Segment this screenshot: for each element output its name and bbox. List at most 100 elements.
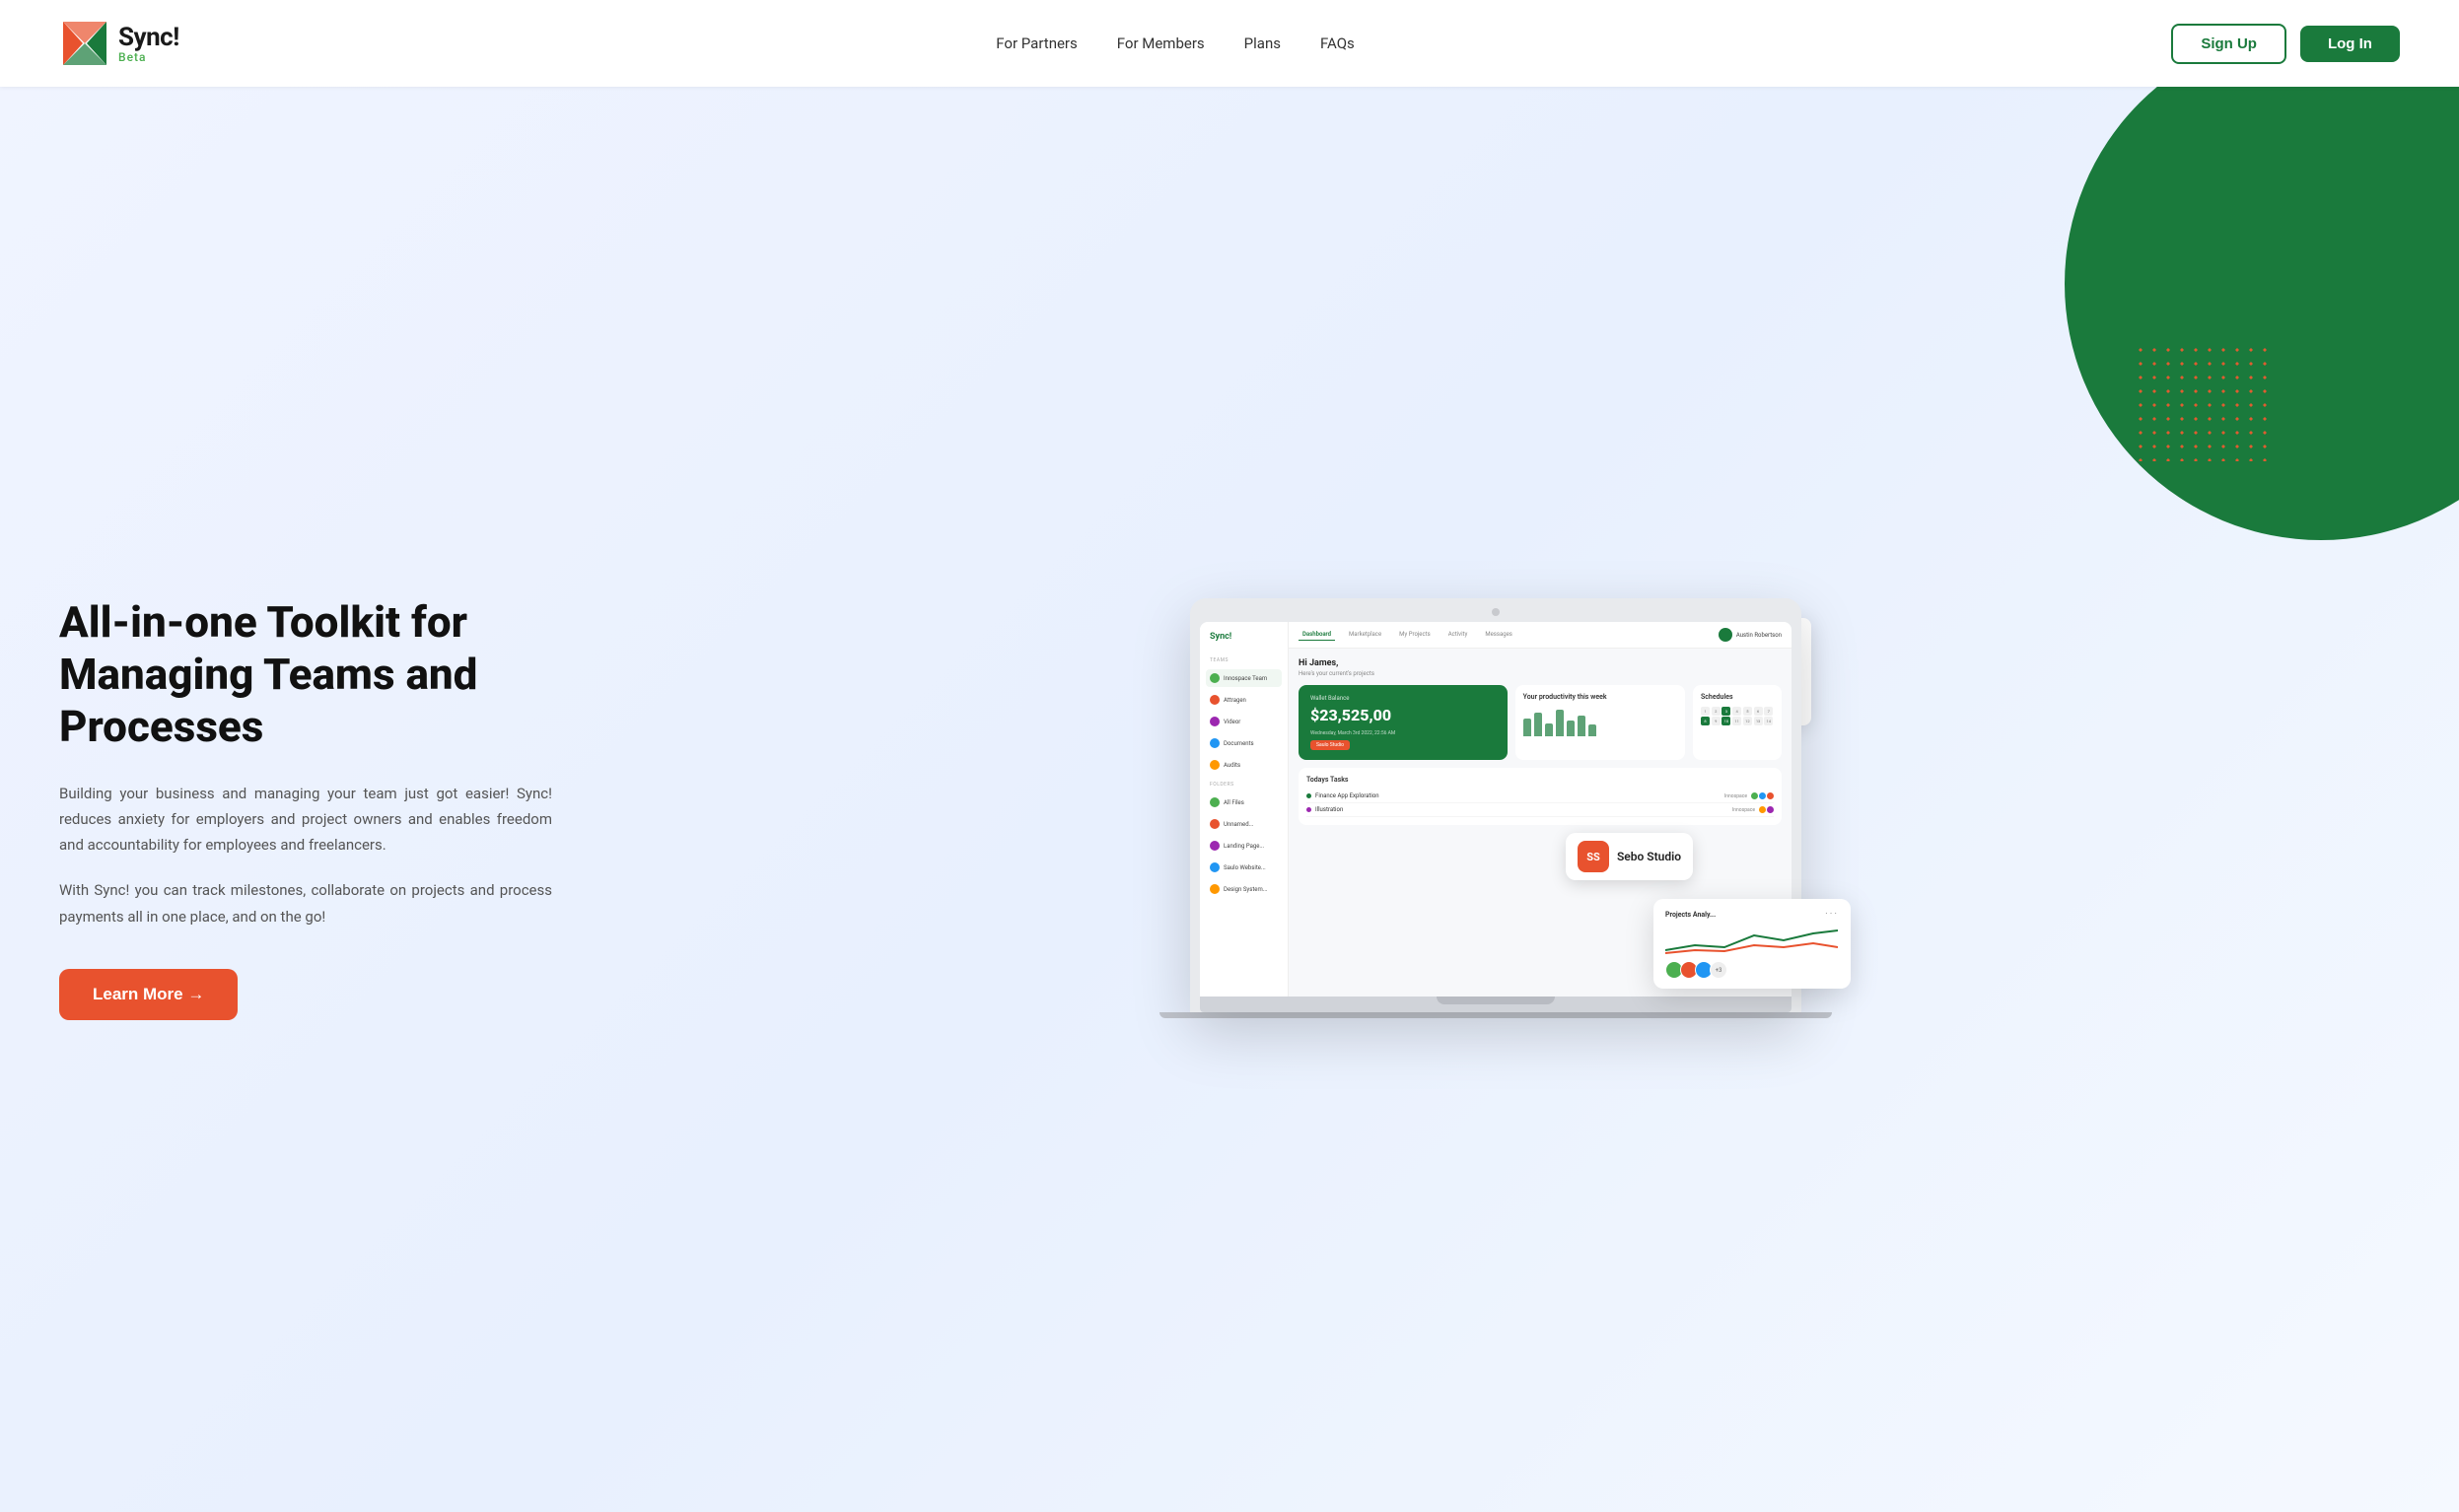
hero-section: All-in-one Toolkit for Managing Teams an… <box>0 87 2459 1510</box>
laptop-base <box>1200 997 1792 1012</box>
sidebar-item-attragen[interactable]: Attragen <box>1206 691 1282 709</box>
schedule-title: Schedules <box>1701 693 1774 701</box>
bar-3 <box>1545 723 1553 737</box>
dash-tab-projects[interactable]: My Projects <box>1395 629 1435 641</box>
sebo-initials: SS <box>1578 841 1609 872</box>
wallet-amount: $23,525,00 <box>1310 706 1496 724</box>
cal-1: 1 <box>1701 707 1710 716</box>
nav-for-members[interactable]: For Members <box>1117 34 1205 52</box>
cal-11: 11 <box>1732 717 1741 725</box>
sidebar-text-landing: Landing Page... <box>1224 843 1264 850</box>
project-card-options[interactable]: ··· <box>1825 909 1839 920</box>
task-dot-2 <box>1306 807 1311 812</box>
nav-plans[interactable]: Plans <box>1244 34 1281 52</box>
logo[interactable]: Sync! Beta <box>59 18 179 69</box>
bar-7 <box>1588 724 1596 736</box>
schedule-card: Schedules 1 2 3 4 5 6 7 <box>1693 685 1782 760</box>
productivity-title: Your productivity this week <box>1523 693 1677 701</box>
dot-pattern-decoration <box>2134 343 2272 461</box>
task-name-2: Illustration <box>1315 806 1728 813</box>
project-card-float: Projects Analy... ··· +3 <box>1653 899 1851 989</box>
tasks-card-title: Todays Tasks <box>1306 776 1774 784</box>
tasks-row: Todays Tasks Finance App Exploration Inn… <box>1299 768 1782 825</box>
sebo-studio-badge: SS Sebo Studio <box>1566 833 1693 880</box>
wallet-footer: Wednesday, March 3rd 2022, 22:56 AM <box>1310 730 1496 736</box>
dash-tab-marketplace[interactable]: Marketplace <box>1345 629 1385 641</box>
hero-mockup-right: Latest Activity Finance App ExplorationI… <box>552 598 2400 1018</box>
sidebar-text-videor: Videor <box>1224 719 1240 725</box>
dash-tab-activity[interactable]: Activity <box>1444 629 1472 641</box>
sidebar-item-folder2[interactable]: Unnamed... <box>1206 815 1282 833</box>
dash-tab-messages[interactable]: Messages <box>1481 629 1516 641</box>
sidebar-text-allfiles: All Files <box>1224 799 1244 806</box>
login-button[interactable]: Log In <box>2300 26 2400 62</box>
sidebar-teams-label: TEAMS <box>1206 653 1282 665</box>
sidebar-item-landing[interactable]: Landing Page... <box>1206 837 1282 855</box>
dashboard-subtext: Here's your current's projects <box>1299 670 1782 677</box>
bar-2 <box>1534 713 1542 736</box>
project-avatars-row: +3 <box>1665 961 1839 979</box>
sidebar-folders-label: FOLDERS <box>1206 778 1282 790</box>
sidebar-item-design[interactable]: Design System... <box>1206 880 1282 898</box>
cal-5: 5 <box>1743 707 1752 716</box>
task-row-2: Illustration Innospace <box>1306 803 1774 817</box>
productivity-chart <box>1523 707 1677 736</box>
laptop-wrapper: Latest Activity Finance App ExplorationI… <box>1190 598 1801 1018</box>
nav-buttons: Sign Up Log In <box>2171 24 2400 64</box>
cal-9: 9 <box>1712 717 1721 725</box>
sidebar-item-saulo[interactable]: Saulo Website... <box>1206 859 1282 876</box>
bar-6 <box>1578 716 1585 736</box>
task-avatar-2 <box>1759 792 1766 799</box>
sidebar-dot-innospace <box>1210 673 1220 683</box>
task-team-1: Innospace <box>1724 793 1747 799</box>
sidebar-text-saulo: Saulo Website... <box>1224 864 1266 871</box>
dash-tab-dashboard[interactable]: Dashboard <box>1299 629 1335 641</box>
sidebar-item-documents[interactable]: Documents <box>1206 734 1282 752</box>
sidebar-text-documents: Documents <box>1224 740 1254 747</box>
project-chart-svg <box>1665 926 1838 955</box>
navbar: Sync! Beta For Partners For Members Plan… <box>0 0 2459 87</box>
sidebar-dot-design <box>1210 884 1220 894</box>
learn-more-button[interactable]: Learn More → <box>59 969 238 1020</box>
dashboard-sidebar: Sync! TEAMS Innospace Team Attragen <box>1200 622 1289 997</box>
tasks-section: Finance App Exploration Innospace <box>1306 790 1774 817</box>
cal-13: 13 <box>1754 717 1763 725</box>
cal-3: 3 <box>1721 707 1730 716</box>
dashboard-logo: Sync! <box>1206 632 1282 642</box>
task-avatar-1 <box>1751 792 1758 799</box>
logo-name: Sync! <box>118 25 179 50</box>
logo-icon <box>59 18 110 69</box>
bar-5 <box>1567 721 1575 737</box>
task-dot-1 <box>1306 793 1311 798</box>
dashboard-user: Austin Robertson <box>1719 628 1782 642</box>
nav-faqs[interactable]: FAQs <box>1320 34 1355 52</box>
logo-beta: Beta <box>118 51 179 63</box>
task-avatars-2 <box>1759 806 1774 813</box>
sidebar-text-attragen: Attragen <box>1224 697 1246 704</box>
wallet-label: Wallet Balance <box>1310 695 1496 702</box>
signup-button[interactable]: Sign Up <box>2171 24 2286 64</box>
mini-calendar: 1 2 3 4 5 6 7 8 9 <box>1701 707 1774 725</box>
cal-4: 4 <box>1732 707 1741 716</box>
sidebar-dot-videor <box>1210 717 1220 726</box>
cal-8: 8 <box>1701 717 1710 725</box>
user-avatar <box>1719 628 1732 642</box>
wallet-button[interactable]: Saulo Studio <box>1310 740 1350 750</box>
task-name-1: Finance App Exploration <box>1315 792 1721 799</box>
sidebar-item-videor[interactable]: Videor <box>1206 713 1282 730</box>
project-card-title: Projects Analy... <box>1665 911 1716 919</box>
nav-for-partners[interactable]: For Partners <box>996 34 1077 52</box>
dashboard-greeting: Hi James, <box>1299 658 1782 668</box>
proj-more-count: +3 <box>1710 961 1727 979</box>
wallet-card: Wallet Balance $23,525,00 Wednesday, Mar… <box>1299 685 1508 760</box>
dashboard-tabs: Dashboard Marketplace My Projects Activi… <box>1299 629 1516 641</box>
username-label: Austin Robertson <box>1736 632 1782 639</box>
sidebar-item-innospace[interactable]: Innospace Team <box>1206 669 1282 687</box>
sidebar-dot-audits <box>1210 760 1220 770</box>
sidebar-item-allfiles[interactable]: All Files <box>1206 793 1282 811</box>
bar-1 <box>1523 719 1531 736</box>
sidebar-text-folder2: Unnamed... <box>1224 821 1253 828</box>
hero-description-1: Building your business and managing your… <box>59 781 552 859</box>
sidebar-item-audits[interactable]: Audits <box>1206 756 1282 774</box>
bar-4 <box>1556 710 1564 736</box>
